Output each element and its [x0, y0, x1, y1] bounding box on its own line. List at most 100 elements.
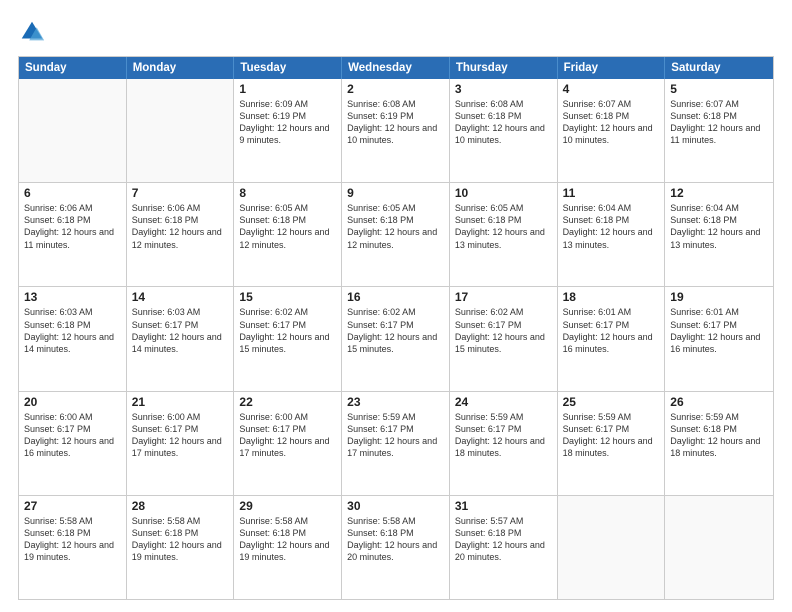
- day-info: Sunrise: 6:02 AM Sunset: 6:17 PM Dayligh…: [239, 306, 336, 355]
- day-number: 14: [132, 290, 229, 304]
- calendar-cell: 2 Sunrise: 6:08 AM Sunset: 6:19 PM Daylig…: [342, 79, 450, 182]
- day-info: Sunrise: 6:05 AM Sunset: 6:18 PM Dayligh…: [347, 202, 444, 251]
- day-number: 30: [347, 499, 444, 513]
- day-info: Sunrise: 6:06 AM Sunset: 6:18 PM Dayligh…: [132, 202, 229, 251]
- day-info: Sunrise: 6:08 AM Sunset: 6:18 PM Dayligh…: [455, 98, 552, 147]
- day-info: Sunrise: 6:03 AM Sunset: 6:18 PM Dayligh…: [24, 306, 121, 355]
- calendar-cell: 26 Sunrise: 5:59 AM Sunset: 6:18 PM Dayli…: [665, 392, 773, 495]
- calendar-cell: 9 Sunrise: 6:05 AM Sunset: 6:18 PM Daylig…: [342, 183, 450, 286]
- calendar-cell: 28Sunrise: 5:58 AM Sunset: 6:18 PM Dayli…: [127, 496, 235, 599]
- day-number: 5: [670, 82, 768, 96]
- day-number: 1: [239, 82, 336, 96]
- day-info: Sunrise: 6:01 AM Sunset: 6:17 PM Dayligh…: [670, 306, 768, 355]
- day-number: 15: [239, 290, 336, 304]
- calendar-cell: 30 Sunrise: 5:58 AM Sunset: 6:18 PM Dayli…: [342, 496, 450, 599]
- calendar-cell: 31 Sunrise: 5:57 AM Sunset: 6:18 PM Dayli…: [450, 496, 558, 599]
- day-info: Sunrise: 5:59 AM Sunset: 6:17 PM Dayligh…: [347, 411, 444, 460]
- day-info: Sunrise: 6:06 AM Sunset: 6:18 PM Dayligh…: [24, 202, 121, 251]
- day-info: Sunrise: 6:07 AM Sunset: 6:18 PM Dayligh…: [670, 98, 768, 147]
- day-info: Sunrise: 6:01 AM Sunset: 6:17 PM Dayligh…: [563, 306, 660, 355]
- weekday-header: Saturday: [665, 57, 773, 79]
- day-number: 20: [24, 395, 121, 409]
- day-number: 21: [132, 395, 229, 409]
- day-info: Sunrise: 6:04 AM Sunset: 6:18 PM Dayligh…: [563, 202, 660, 251]
- day-number: 19: [670, 290, 768, 304]
- day-number: 7: [132, 186, 229, 200]
- day-number: 27: [24, 499, 121, 513]
- calendar-cell: 12Sunrise: 6:04 AM Sunset: 6:18 PM Dayli…: [665, 183, 773, 286]
- day-number: 26: [670, 395, 768, 409]
- day-info: Sunrise: 5:59 AM Sunset: 6:18 PM Dayligh…: [670, 411, 768, 460]
- day-number: 31: [455, 499, 552, 513]
- weekday-header: Thursday: [450, 57, 558, 79]
- logo-icon: [18, 18, 46, 46]
- weekday-header: Monday: [127, 57, 235, 79]
- day-number: 12: [670, 186, 768, 200]
- day-number: 16: [347, 290, 444, 304]
- calendar-cell: 3 Sunrise: 6:08 AM Sunset: 6:18 PM Daylig…: [450, 79, 558, 182]
- calendar-cell: [19, 79, 127, 182]
- calendar-cell: 8Sunrise: 6:05 AM Sunset: 6:18 PM Daylig…: [234, 183, 342, 286]
- calendar: SundayMondayTuesdayWednesdayThursdayFrid…: [18, 56, 774, 600]
- calendar-cell: 16 Sunrise: 6:02 AM Sunset: 6:17 PM Dayli…: [342, 287, 450, 390]
- day-number: 6: [24, 186, 121, 200]
- day-info: Sunrise: 5:58 AM Sunset: 6:18 PM Dayligh…: [347, 515, 444, 564]
- header: [18, 18, 774, 46]
- day-info: Sunrise: 6:00 AM Sunset: 6:17 PM Dayligh…: [24, 411, 121, 460]
- day-info: Sunrise: 5:57 AM Sunset: 6:18 PM Dayligh…: [455, 515, 552, 564]
- day-number: 25: [563, 395, 660, 409]
- calendar-cell: 24Sunrise: 5:59 AM Sunset: 6:17 PM Dayli…: [450, 392, 558, 495]
- day-info: Sunrise: 6:02 AM Sunset: 6:17 PM Dayligh…: [347, 306, 444, 355]
- day-number: 18: [563, 290, 660, 304]
- calendar-cell: 7 Sunrise: 6:06 AM Sunset: 6:18 PM Daylig…: [127, 183, 235, 286]
- weekday-header: Wednesday: [342, 57, 450, 79]
- calendar-cell: 15 Sunrise: 6:02 AM Sunset: 6:17 PM Dayli…: [234, 287, 342, 390]
- calendar-cell: 22Sunrise: 6:00 AM Sunset: 6:17 PM Dayli…: [234, 392, 342, 495]
- day-number: 11: [563, 186, 660, 200]
- day-info: Sunrise: 6:08 AM Sunset: 6:19 PM Dayligh…: [347, 98, 444, 147]
- calendar-cell: 17Sunrise: 6:02 AM Sunset: 6:17 PM Dayli…: [450, 287, 558, 390]
- day-info: Sunrise: 6:00 AM Sunset: 6:17 PM Dayligh…: [239, 411, 336, 460]
- day-info: Sunrise: 6:07 AM Sunset: 6:18 PM Dayligh…: [563, 98, 660, 147]
- day-number: 8: [239, 186, 336, 200]
- calendar-cell: 4Sunrise: 6:07 AM Sunset: 6:18 PM Daylig…: [558, 79, 666, 182]
- calendar-body: 1 Sunrise: 6:09 AM Sunset: 6:19 PM Daylig…: [19, 79, 773, 599]
- calendar-cell: 25 Sunrise: 5:59 AM Sunset: 6:17 PM Dayli…: [558, 392, 666, 495]
- calendar-cell: [665, 496, 773, 599]
- calendar-header: SundayMondayTuesdayWednesdayThursdayFrid…: [19, 57, 773, 79]
- day-info: Sunrise: 6:09 AM Sunset: 6:19 PM Dayligh…: [239, 98, 336, 147]
- calendar-cell: 29Sunrise: 5:58 AM Sunset: 6:18 PM Dayli…: [234, 496, 342, 599]
- day-number: 9: [347, 186, 444, 200]
- day-info: Sunrise: 6:03 AM Sunset: 6:17 PM Dayligh…: [132, 306, 229, 355]
- weekday-header: Sunday: [19, 57, 127, 79]
- day-number: 3: [455, 82, 552, 96]
- calendar-week: 20 Sunrise: 6:00 AM Sunset: 6:17 PM Dayli…: [19, 392, 773, 496]
- calendar-cell: [558, 496, 666, 599]
- calendar-cell: 18 Sunrise: 6:01 AM Sunset: 6:17 PM Dayli…: [558, 287, 666, 390]
- calendar-cell: 5 Sunrise: 6:07 AM Sunset: 6:18 PM Daylig…: [665, 79, 773, 182]
- calendar-week: 6 Sunrise: 6:06 AM Sunset: 6:18 PM Daylig…: [19, 183, 773, 287]
- weekday-header: Tuesday: [234, 57, 342, 79]
- calendar-cell: 21 Sunrise: 6:00 AM Sunset: 6:17 PM Dayli…: [127, 392, 235, 495]
- calendar-cell: 23 Sunrise: 5:59 AM Sunset: 6:17 PM Dayli…: [342, 392, 450, 495]
- calendar-cell: 19 Sunrise: 6:01 AM Sunset: 6:17 PM Dayli…: [665, 287, 773, 390]
- day-number: 29: [239, 499, 336, 513]
- day-info: Sunrise: 5:59 AM Sunset: 6:17 PM Dayligh…: [455, 411, 552, 460]
- day-number: 23: [347, 395, 444, 409]
- calendar-cell: [127, 79, 235, 182]
- day-number: 2: [347, 82, 444, 96]
- day-number: 28: [132, 499, 229, 513]
- day-info: Sunrise: 6:05 AM Sunset: 6:18 PM Dayligh…: [455, 202, 552, 251]
- calendar-cell: 20 Sunrise: 6:00 AM Sunset: 6:17 PM Dayli…: [19, 392, 127, 495]
- day-info: Sunrise: 6:00 AM Sunset: 6:17 PM Dayligh…: [132, 411, 229, 460]
- logo: [18, 18, 50, 46]
- day-number: 17: [455, 290, 552, 304]
- day-number: 13: [24, 290, 121, 304]
- calendar-cell: 11 Sunrise: 6:04 AM Sunset: 6:18 PM Dayli…: [558, 183, 666, 286]
- weekday-header: Friday: [558, 57, 666, 79]
- calendar-cell: 1 Sunrise: 6:09 AM Sunset: 6:19 PM Daylig…: [234, 79, 342, 182]
- calendar-week: 13 Sunrise: 6:03 AM Sunset: 6:18 PM Dayli…: [19, 287, 773, 391]
- calendar-cell: 14 Sunrise: 6:03 AM Sunset: 6:17 PM Dayli…: [127, 287, 235, 390]
- calendar-week: 1 Sunrise: 6:09 AM Sunset: 6:19 PM Daylig…: [19, 79, 773, 183]
- day-info: Sunrise: 5:59 AM Sunset: 6:17 PM Dayligh…: [563, 411, 660, 460]
